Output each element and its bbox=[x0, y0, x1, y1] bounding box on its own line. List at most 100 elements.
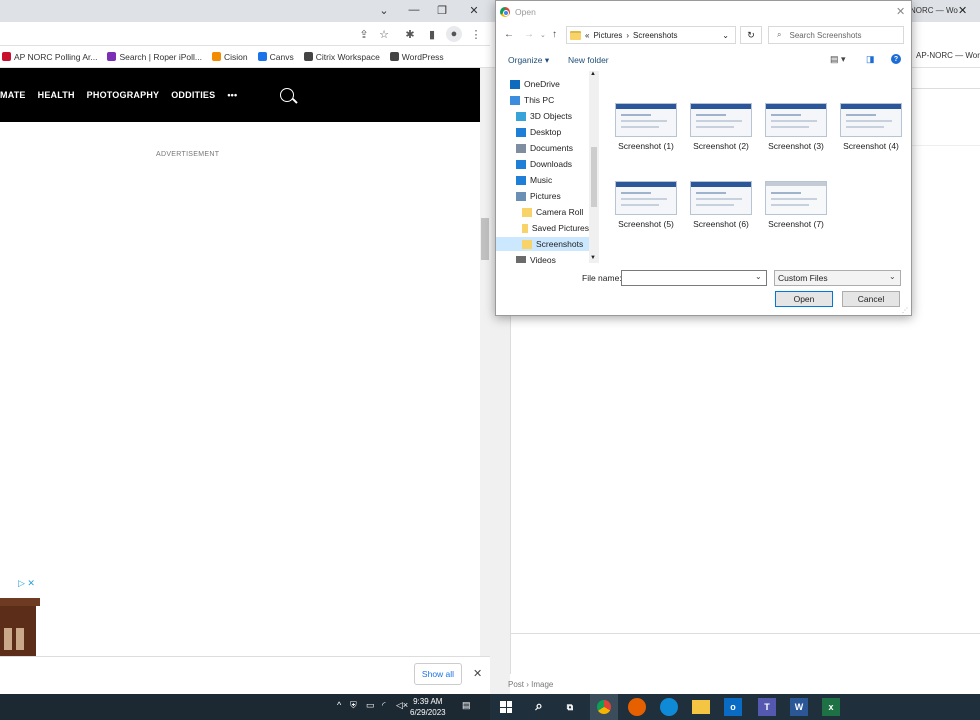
file-type-select[interactable]: Custom Files ⌄ bbox=[774, 270, 901, 286]
cancel-button[interactable]: Cancel bbox=[842, 291, 900, 307]
nav-item-oddities[interactable]: ODDITIES bbox=[171, 90, 215, 100]
nav-pane-item[interactable]: Downloads bbox=[496, 157, 589, 171]
file-name-text[interactable]: Screenshot (3) bbox=[756, 141, 836, 151]
restore-button[interactable]: ❐ bbox=[430, 2, 454, 18]
help-icon[interactable]: ? bbox=[891, 54, 901, 64]
file-name-text[interactable]: Screenshot (6) bbox=[681, 219, 761, 229]
firefox-icon[interactable] bbox=[628, 698, 646, 716]
file-thumbnail[interactable] bbox=[765, 181, 827, 215]
file-explorer-icon[interactable] bbox=[692, 700, 710, 714]
file-thumbnail[interactable] bbox=[615, 181, 677, 215]
outlook-icon[interactable]: o bbox=[724, 698, 742, 716]
search-input[interactable]: ⌕ Search Screenshots bbox=[768, 26, 904, 44]
bookmark-item[interactable]: Search | Roper iPoll... bbox=[107, 52, 202, 62]
nav-pane-item[interactable]: Pictures bbox=[496, 189, 589, 203]
taskbar-search-icon[interactable]: ⌕ bbox=[530, 697, 548, 715]
chrome-taskbar-icon[interactable] bbox=[590, 694, 618, 720]
system-clock[interactable]: 9:39 AM 6/29/2023 bbox=[410, 696, 446, 718]
nav-pane-item[interactable]: Saved Pictures bbox=[496, 221, 589, 235]
resize-grip-icon[interactable]: ⋰ bbox=[902, 307, 910, 315]
nav-pane-item[interactable]: This PC bbox=[496, 93, 589, 107]
bookmark-item[interactable]: Cision bbox=[212, 52, 248, 62]
ad-furniture-image[interactable] bbox=[0, 592, 40, 656]
recent-chevron-icon[interactable]: ⌄ bbox=[540, 31, 546, 39]
file-name-text[interactable]: Screenshot (2) bbox=[681, 141, 761, 151]
battery-icon[interactable]: ▭ bbox=[366, 700, 375, 711]
extensions-icon[interactable]: ✱ bbox=[402, 26, 418, 42]
share-icon[interactable]: ⇪ bbox=[356, 26, 372, 42]
bookmark-item[interactable]: AP NORC Polling Ar... bbox=[2, 52, 97, 62]
file-thumbnail[interactable] bbox=[840, 103, 902, 137]
file-name-text[interactable]: Screenshot (7) bbox=[756, 219, 836, 229]
forward-arrow-icon[interactable]: → bbox=[524, 29, 534, 40]
security-icon[interactable]: ⛨ bbox=[350, 700, 357, 711]
file-name-text[interactable]: Screenshot (5) bbox=[606, 219, 686, 229]
volume-icon[interactable]: ◁× bbox=[396, 700, 408, 711]
scrollbar-thumb[interactable] bbox=[481, 218, 489, 260]
profile-avatar-icon[interactable]: ● bbox=[446, 26, 462, 42]
notifications-icon[interactable]: ▤ bbox=[462, 700, 471, 711]
editor-breadcrumb[interactable]: Post › Image bbox=[508, 680, 553, 689]
nav-pane-item[interactable]: Music bbox=[496, 173, 589, 187]
excel-icon[interactable]: x bbox=[822, 698, 840, 716]
bookmark-item[interactable]: Canvs bbox=[257, 52, 294, 62]
site-search-icon[interactable] bbox=[280, 88, 294, 102]
navigation-scroll-thumb[interactable] bbox=[591, 147, 597, 207]
dialog-close-icon[interactable]: ✕ bbox=[896, 5, 905, 18]
menu-kebab-icon[interactable]: ⋮ bbox=[468, 26, 484, 42]
nav-item-climate[interactable]: MATE bbox=[0, 90, 26, 100]
word-icon[interactable]: W bbox=[790, 698, 808, 716]
nav-pane-item[interactable]: OneDrive bbox=[496, 77, 589, 91]
nav-pane-item[interactable]: Videos bbox=[496, 253, 589, 263]
tab-search-chevron-icon[interactable]: ⌄ bbox=[372, 2, 396, 18]
minimize-button[interactable]: — bbox=[402, 2, 426, 18]
teams-icon[interactable]: T bbox=[758, 698, 776, 716]
back-arrow-icon[interactable]: ← bbox=[504, 29, 514, 40]
nav-pane-item[interactable]: Documents bbox=[496, 141, 589, 155]
breadcrumb-pictures[interactable]: Pictures bbox=[593, 31, 622, 40]
organize-button[interactable]: Organize ▾ bbox=[508, 55, 549, 66]
bookmark-item[interactable]: WordPress bbox=[389, 52, 444, 62]
file-name-text[interactable]: Screenshot (1) bbox=[606, 141, 686, 151]
nav-pane-item[interactable]: Desktop bbox=[496, 125, 589, 139]
nav-more-icon[interactable]: ••• bbox=[227, 90, 237, 100]
show-all-button[interactable]: Show all bbox=[414, 663, 462, 685]
close-button[interactable]: ✕ bbox=[462, 2, 486, 18]
download-bar-close-icon[interactable]: ✕ bbox=[473, 667, 482, 680]
side-panel-icon[interactable]: ▮ bbox=[424, 26, 440, 42]
right-tab-close-icon[interactable]: ✕ bbox=[958, 4, 967, 17]
file-name-text[interactable]: Screenshot (4) bbox=[831, 141, 911, 151]
file-thumbnail[interactable] bbox=[615, 103, 677, 137]
address-dropdown-icon[interactable]: ⌄ bbox=[722, 31, 729, 40]
scroll-up-icon[interactable]: ▲ bbox=[590, 71, 596, 77]
nav-item-health[interactable]: HEALTH bbox=[38, 90, 75, 100]
bookmark-item[interactable]: Citrix Workspace bbox=[303, 52, 380, 62]
file-thumbnail[interactable] bbox=[690, 103, 752, 137]
nav-pane-item[interactable]: Screenshots bbox=[496, 237, 589, 251]
star-icon[interactable]: ☆ bbox=[376, 26, 392, 42]
new-folder-button[interactable]: New folder bbox=[568, 55, 609, 65]
show-hidden-icons[interactable]: ^ bbox=[337, 700, 341, 710]
view-options-icon[interactable]: ▤ ▾ bbox=[830, 54, 846, 65]
up-arrow-icon[interactable]: ↑ bbox=[552, 29, 557, 40]
breadcrumb-screenshots[interactable]: Screenshots bbox=[633, 31, 677, 40]
file-name-dropdown-icon[interactable]: ⌄ bbox=[755, 272, 762, 281]
navigation-pane-scrollbar[interactable]: ▲ ▼ bbox=[589, 71, 599, 263]
page-scrollbar[interactable] bbox=[480, 68, 490, 656]
address-breadcrumb[interactable]: « Pictures › Screenshots ⌄ bbox=[566, 26, 736, 44]
edge-icon[interactable] bbox=[660, 698, 678, 716]
windows-start-icon[interactable] bbox=[500, 701, 512, 713]
ad-choices-icon[interactable]: ▷ ✕ bbox=[18, 578, 35, 589]
right-tab-title[interactable]: NORC — Wo bbox=[910, 6, 958, 15]
file-thumbnail[interactable] bbox=[765, 103, 827, 137]
refresh-icon[interactable]: ↻ bbox=[740, 26, 762, 44]
scroll-down-icon[interactable]: ▼ bbox=[590, 255, 596, 261]
right-bookmark-item[interactable]: AP-NORC — Word bbox=[916, 51, 980, 60]
open-button[interactable]: Open bbox=[775, 291, 833, 307]
wifi-icon[interactable]: ◜ bbox=[382, 700, 386, 711]
file-name-input[interactable]: ⌄ bbox=[621, 270, 767, 286]
nav-item-photography[interactable]: PHOTOGRAPHY bbox=[87, 90, 160, 100]
file-thumbnail[interactable] bbox=[690, 181, 752, 215]
preview-pane-icon[interactable]: ◨ bbox=[866, 54, 875, 65]
task-view-icon[interactable]: ⧉ bbox=[561, 698, 579, 716]
